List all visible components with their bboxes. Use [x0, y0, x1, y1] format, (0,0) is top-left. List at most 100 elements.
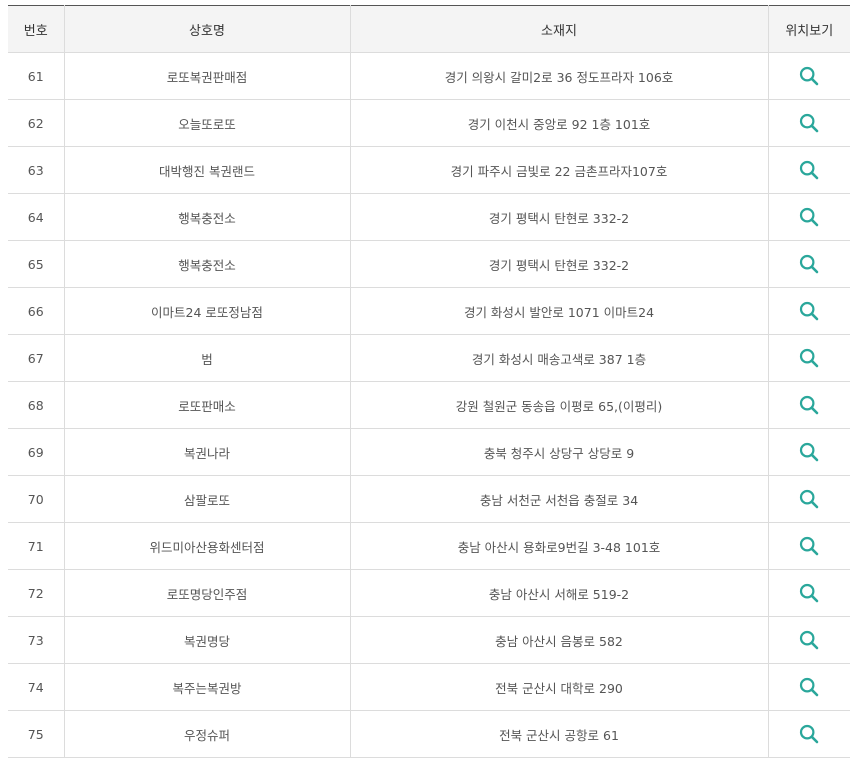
view-location-button[interactable]	[798, 629, 820, 651]
row-number: 64	[8, 193, 65, 241]
row-address: 전북 군산시 대학로 290	[350, 663, 769, 711]
row-view-location-cell	[768, 710, 850, 758]
row-address: 충남 아산시 서해로 519-2	[350, 569, 769, 617]
row-view-location-cell	[768, 381, 850, 429]
row-address: 전북 군산시 공항로 61	[350, 710, 769, 758]
row-store-name: 이마트24 로또정남점	[64, 287, 351, 335]
row-number: 66	[8, 287, 65, 335]
row-number: 70	[8, 475, 65, 523]
row-address: 강원 철원군 동송읍 이평로 65,(이평리)	[350, 381, 769, 429]
view-location-button[interactable]	[798, 206, 820, 228]
row-view-location-cell	[768, 287, 850, 335]
search-icon	[800, 207, 819, 227]
header-address: 소재지	[350, 5, 769, 53]
row-number: 74	[8, 663, 65, 711]
table-row: 69 복권나라 충북 청주시 상당구 상당로 9	[8, 428, 850, 476]
row-address: 충남 서천군 서천읍 충절로 34	[350, 475, 769, 523]
search-icon	[800, 677, 819, 697]
view-location-button[interactable]	[798, 488, 820, 510]
view-location-button[interactable]	[798, 723, 820, 745]
row-store-name: 삼팔로또	[64, 475, 351, 523]
table-row: 61 로또복권판매점 경기 의왕시 갈미2로 36 정도프라자 106호	[8, 52, 850, 100]
row-store-name: 로또명당인주점	[64, 569, 351, 617]
row-number: 69	[8, 428, 65, 476]
row-view-location-cell	[768, 663, 850, 711]
search-icon	[800, 442, 819, 462]
table-header: 번호 상호명 소재지 위치보기	[8, 5, 850, 53]
search-icon	[800, 630, 819, 650]
view-location-button[interactable]	[798, 535, 820, 557]
view-location-button[interactable]	[798, 441, 820, 463]
row-address: 경기 의왕시 갈미2로 36 정도프라자 106호	[350, 52, 769, 100]
header-row: 번호 상호명 소재지 위치보기	[8, 5, 850, 53]
row-view-location-cell	[768, 240, 850, 288]
view-location-button[interactable]	[798, 300, 820, 322]
row-store-name: 행복충전소	[64, 193, 351, 241]
row-address: 경기 화성시 매송고색로 387 1층	[350, 334, 769, 382]
table-row: 66 이마트24 로또정남점 경기 화성시 발안로 1071 이마트24	[8, 287, 850, 335]
search-icon	[800, 536, 819, 556]
row-view-location-cell	[768, 99, 850, 147]
row-view-location-cell	[768, 475, 850, 523]
view-location-button[interactable]	[798, 112, 820, 134]
row-store-name: 행복충전소	[64, 240, 351, 288]
row-view-location-cell	[768, 193, 850, 241]
row-view-location-cell	[768, 522, 850, 570]
table-row: 75 우정슈퍼 전북 군산시 공항로 61	[8, 710, 850, 758]
row-store-name: 로또판매소	[64, 381, 351, 429]
search-icon	[800, 724, 819, 744]
row-address: 경기 평택시 탄현로 332-2	[350, 240, 769, 288]
header-view-location: 위치보기	[768, 5, 850, 53]
search-icon	[800, 489, 819, 509]
row-address: 충남 아산시 용화로9번길 3-48 101호	[350, 522, 769, 570]
row-view-location-cell	[768, 146, 850, 194]
row-number: 65	[8, 240, 65, 288]
view-location-button[interactable]	[798, 159, 820, 181]
table-row: 68 로또판매소 강원 철원군 동송읍 이평로 65,(이평리)	[8, 381, 850, 429]
row-view-location-cell	[768, 569, 850, 617]
header-number: 번호	[8, 5, 65, 53]
search-icon	[800, 160, 819, 180]
table-row: 71 위드미아산용화센터점 충남 아산시 용화로9번길 3-48 101호	[8, 522, 850, 570]
row-store-name: 대박행진 복권랜드	[64, 146, 351, 194]
view-location-button[interactable]	[798, 582, 820, 604]
table-row: 63 대박행진 복권랜드 경기 파주시 금빛로 22 금촌프라자107호	[8, 146, 850, 194]
search-icon	[800, 583, 819, 603]
row-address: 경기 파주시 금빛로 22 금촌프라자107호	[350, 146, 769, 194]
row-store-name: 범	[64, 334, 351, 382]
row-number: 73	[8, 616, 65, 664]
search-icon	[800, 66, 819, 86]
view-location-button[interactable]	[798, 347, 820, 369]
row-store-name: 위드미아산용화센터점	[64, 522, 351, 570]
table-row: 67 범 경기 화성시 매송고색로 387 1층	[8, 334, 850, 382]
view-location-button[interactable]	[798, 676, 820, 698]
row-number: 62	[8, 99, 65, 147]
view-location-button[interactable]	[798, 65, 820, 87]
row-view-location-cell	[768, 616, 850, 664]
row-store-name: 복권나라	[64, 428, 351, 476]
search-icon	[800, 301, 819, 321]
row-address: 경기 화성시 발안로 1071 이마트24	[350, 287, 769, 335]
row-store-name: 복권명당	[64, 616, 351, 664]
search-icon	[800, 395, 819, 415]
row-number: 71	[8, 522, 65, 570]
row-number: 67	[8, 334, 65, 382]
row-store-name: 복주는복권방	[64, 663, 351, 711]
table-row: 72 로또명당인주점 충남 아산시 서해로 519-2	[8, 569, 850, 617]
table-row: 65 행복충전소 경기 평택시 탄현로 332-2	[8, 240, 850, 288]
row-number: 61	[8, 52, 65, 100]
row-view-location-cell	[768, 334, 850, 382]
table-row: 74 복주는복권방 전북 군산시 대학로 290	[8, 663, 850, 711]
table-row: 64 행복충전소 경기 평택시 탄현로 332-2	[8, 193, 850, 241]
table-row: 70 삼팔로또 충남 서천군 서천읍 충절로 34	[8, 475, 850, 523]
row-address: 경기 평택시 탄현로 332-2	[350, 193, 769, 241]
row-view-location-cell	[768, 428, 850, 476]
row-number: 72	[8, 569, 65, 617]
search-icon	[800, 113, 819, 133]
row-store-name: 우정슈퍼	[64, 710, 351, 758]
view-location-button[interactable]	[798, 253, 820, 275]
table-body: 61 로또복권판매점 경기 의왕시 갈미2로 36 정도프라자 106호 62 오늘또로…	[8, 52, 850, 758]
row-address: 충남 아산시 음봉로 582	[350, 616, 769, 664]
store-list-table: 번호 상호명 소재지 위치보기 61 로또복권판매점 경기 의왕시 갈미2로 36 …	[8, 5, 850, 758]
view-location-button[interactable]	[798, 394, 820, 416]
